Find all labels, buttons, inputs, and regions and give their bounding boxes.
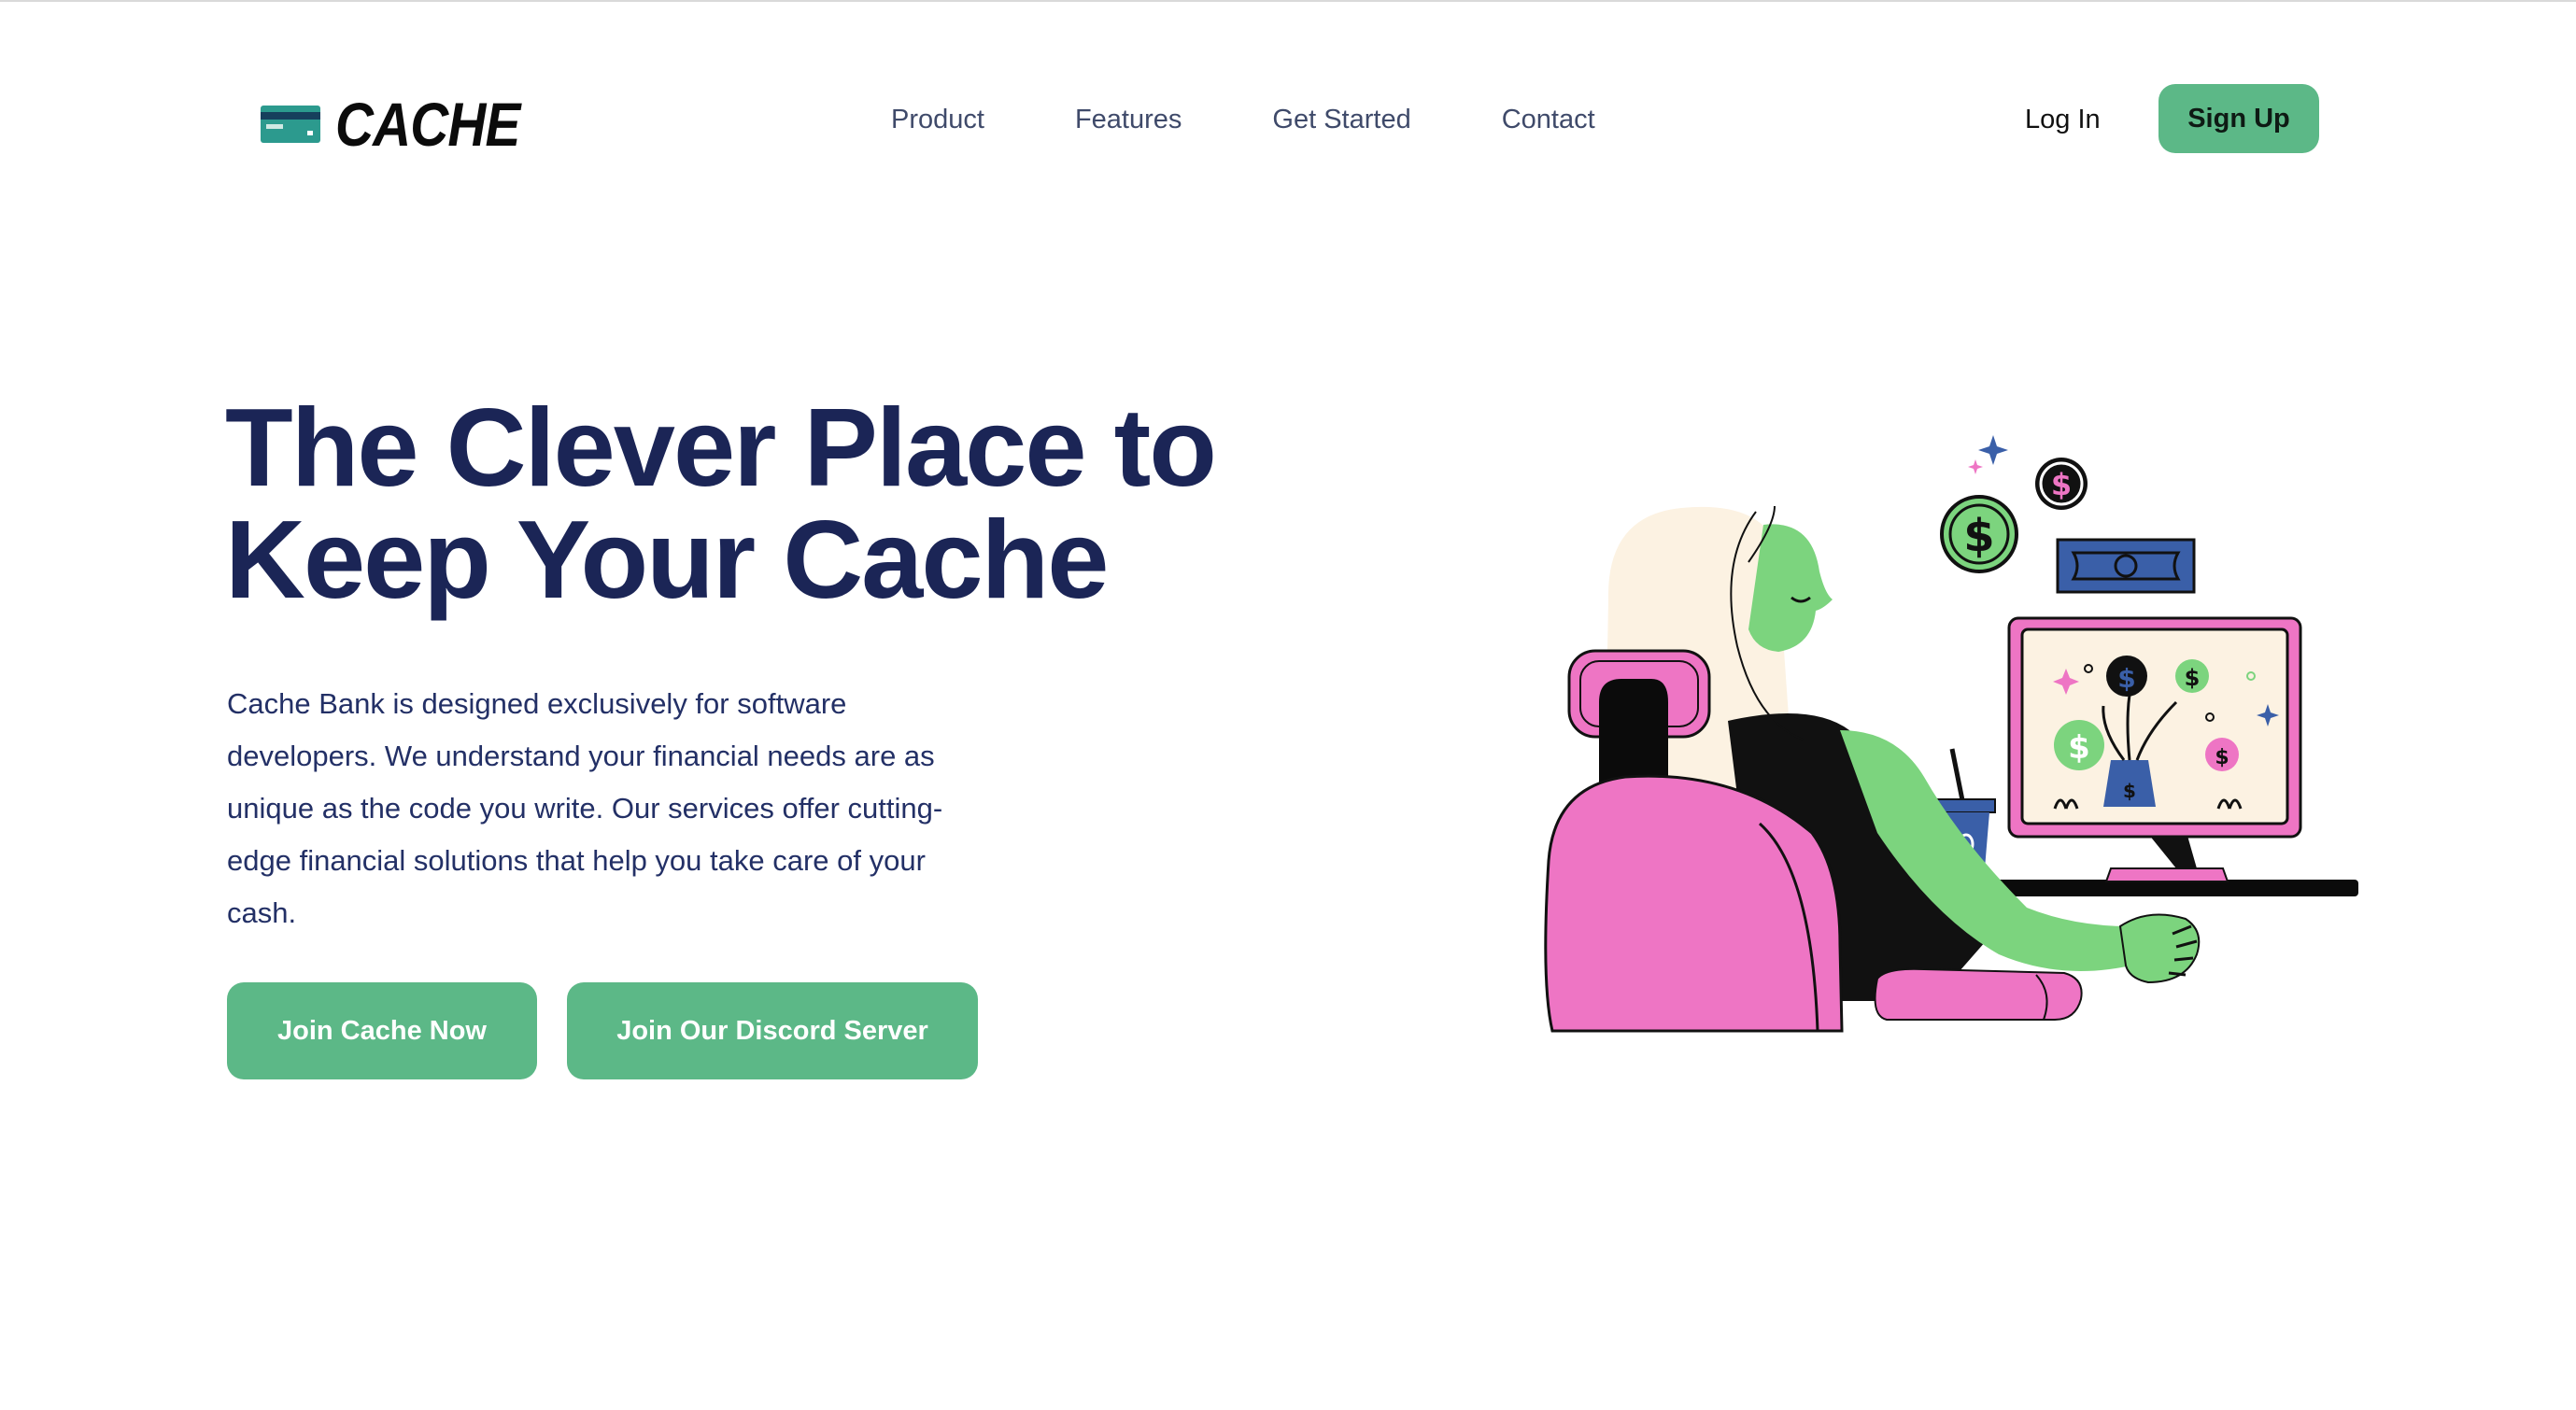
hero-illustration: $ $ $ $ $ $ $	[1532, 422, 2372, 1057]
hero-title-line-2: Keep Your Cache	[225, 498, 1109, 622]
nav-link-contact[interactable]: Contact	[1502, 101, 1595, 138]
logo-link[interactable]: CACHE	[261, 93, 550, 155]
join-cache-button[interactable]: Join Cache Now	[227, 982, 537, 1079]
login-link[interactable]: Log In	[2025, 101, 2101, 138]
page: CACHE Product Features Get Started Conta…	[0, 0, 2576, 1410]
chair	[1544, 649, 2083, 1033]
credit-card-icon	[261, 106, 320, 143]
dollar-coin-icon: $	[1940, 495, 2018, 573]
nav-link-features[interactable]: Features	[1075, 101, 1182, 138]
monitor: $ $ $ $ $	[2007, 616, 2302, 882]
brand-name: CACHE	[335, 90, 520, 159]
nav-link-get-started[interactable]: Get Started	[1272, 101, 1410, 138]
hand	[2118, 913, 2201, 984]
signup-button[interactable]: Sign Up	[2158, 84, 2319, 153]
join-discord-button[interactable]: Join Our Discord Server	[567, 982, 978, 1079]
svg-text:$: $	[2051, 467, 2072, 502]
svg-text:$: $	[2185, 665, 2201, 691]
hero-title-line-1: The Clever Place to	[225, 386, 1217, 510]
hero-title: The Clever Place to Keep Your Cache	[225, 392, 1346, 616]
svg-text:$: $	[2117, 663, 2135, 694]
svg-text:$: $	[2068, 729, 2090, 767]
svg-text:$: $	[1963, 510, 1994, 562]
cta-row: Join Cache Now Join Our Discord Server	[227, 982, 978, 1079]
coin-icon: $	[2035, 458, 2088, 510]
main-nav: Product Features Get Started Contact	[891, 101, 1595, 138]
nav-link-product[interactable]: Product	[891, 101, 984, 138]
hero-description: Cache Bank is designed exclusively for s…	[227, 687, 943, 929]
svg-text:$: $	[2215, 746, 2229, 769]
svg-text:$: $	[2123, 780, 2136, 802]
banknote-icon	[2056, 538, 2196, 594]
sparkle-icon	[1968, 435, 2008, 474]
